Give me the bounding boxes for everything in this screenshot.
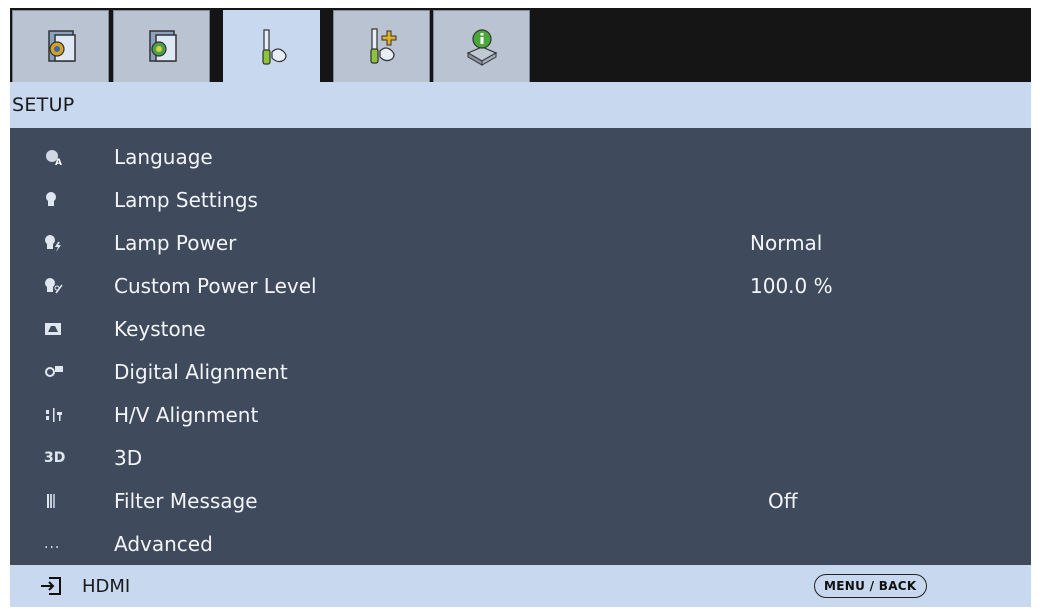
menu-item-value: Normal <box>750 230 823 255</box>
menu-item-digital-alignment[interactable]: Digital Alignment <box>10 350 1031 393</box>
menu-item-lamp-settings[interactable]: Lamp Settings <box>10 178 1031 221</box>
menu-title-bar: SETUP <box>10 82 1031 128</box>
3d-icon: 3D <box>44 449 66 466</box>
custom-power-level-icon <box>44 274 78 298</box>
hv-alignment-icon <box>44 403 78 427</box>
menu-item-label: Digital Alignment <box>114 359 288 384</box>
input-source-icon <box>41 577 61 595</box>
keystone-icon <box>44 317 78 341</box>
page-title: SETUP <box>12 94 75 116</box>
svg-text:A: A <box>55 158 62 166</box>
projector-osd: SETUP A Language Lamp Settings Lamp Powe… <box>10 8 1031 607</box>
menu-item-lamp-power[interactable]: Lamp Power Normal <box>10 221 1031 264</box>
menu-item-label: Keystone <box>114 316 206 341</box>
menu-item-hv-alignment[interactable]: H/V Alignment <box>10 393 1031 436</box>
status-bar: HDMI MENU / BACK <box>10 565 1031 607</box>
menu-item-label: H/V Alignment <box>114 402 259 427</box>
tab-information[interactable] <box>433 10 530 82</box>
menu-item-value: Off <box>768 488 798 513</box>
menu-item-label: Custom Power Level <box>114 273 317 298</box>
filter-message-icon <box>44 489 78 513</box>
language-icon: A <box>44 145 78 169</box>
advanced-icon: ... <box>44 535 61 552</box>
menu-item-label: Language <box>114 144 213 169</box>
input-source-label: HDMI <box>82 575 131 597</box>
menu-item-language[interactable]: A Language <box>10 135 1031 178</box>
menu-item-advanced[interactable]: ... Advanced <box>10 522 1031 565</box>
menu-item-label: Lamp Settings <box>114 187 258 212</box>
tab-image[interactable] <box>12 10 109 82</box>
menu-item-filter-message[interactable]: Filter Message Off <box>10 479 1031 522</box>
menu-item-label: Filter Message <box>114 488 258 513</box>
advanced-setup-icon <box>369 27 396 64</box>
tab-advanced-setup[interactable] <box>333 10 430 82</box>
menu-item-label: 3D <box>114 445 143 470</box>
menu-item-keystone[interactable]: Keystone <box>10 307 1031 350</box>
menu-item-label: Advanced <box>114 531 213 556</box>
menu-item-custom-power-level[interactable]: Custom Power Level 100.0 % <box>10 264 1031 307</box>
tab-advanced-image[interactable] <box>113 10 210 82</box>
advanced-image-icon <box>148 29 177 62</box>
digital-alignment-icon <box>44 360 78 384</box>
menu-item-3d[interactable]: 3D 3D <box>10 436 1031 479</box>
tab-setup[interactable] <box>223 10 320 84</box>
setup-menu: A Language Lamp Settings Lamp Power Norm… <box>10 128 1031 565</box>
information-icon <box>466 28 497 66</box>
image-settings-icon <box>47 29 76 62</box>
menu-item-value: 100.0 % <box>750 273 833 298</box>
lamp-power-icon <box>44 231 78 255</box>
menu-back-hint: MENU / BACK <box>814 574 927 598</box>
menu-item-label: Lamp Power <box>114 230 237 255</box>
tab-bar <box>10 8 1031 84</box>
setup-tools-icon <box>261 28 287 65</box>
lamp-settings-icon <box>44 188 78 212</box>
